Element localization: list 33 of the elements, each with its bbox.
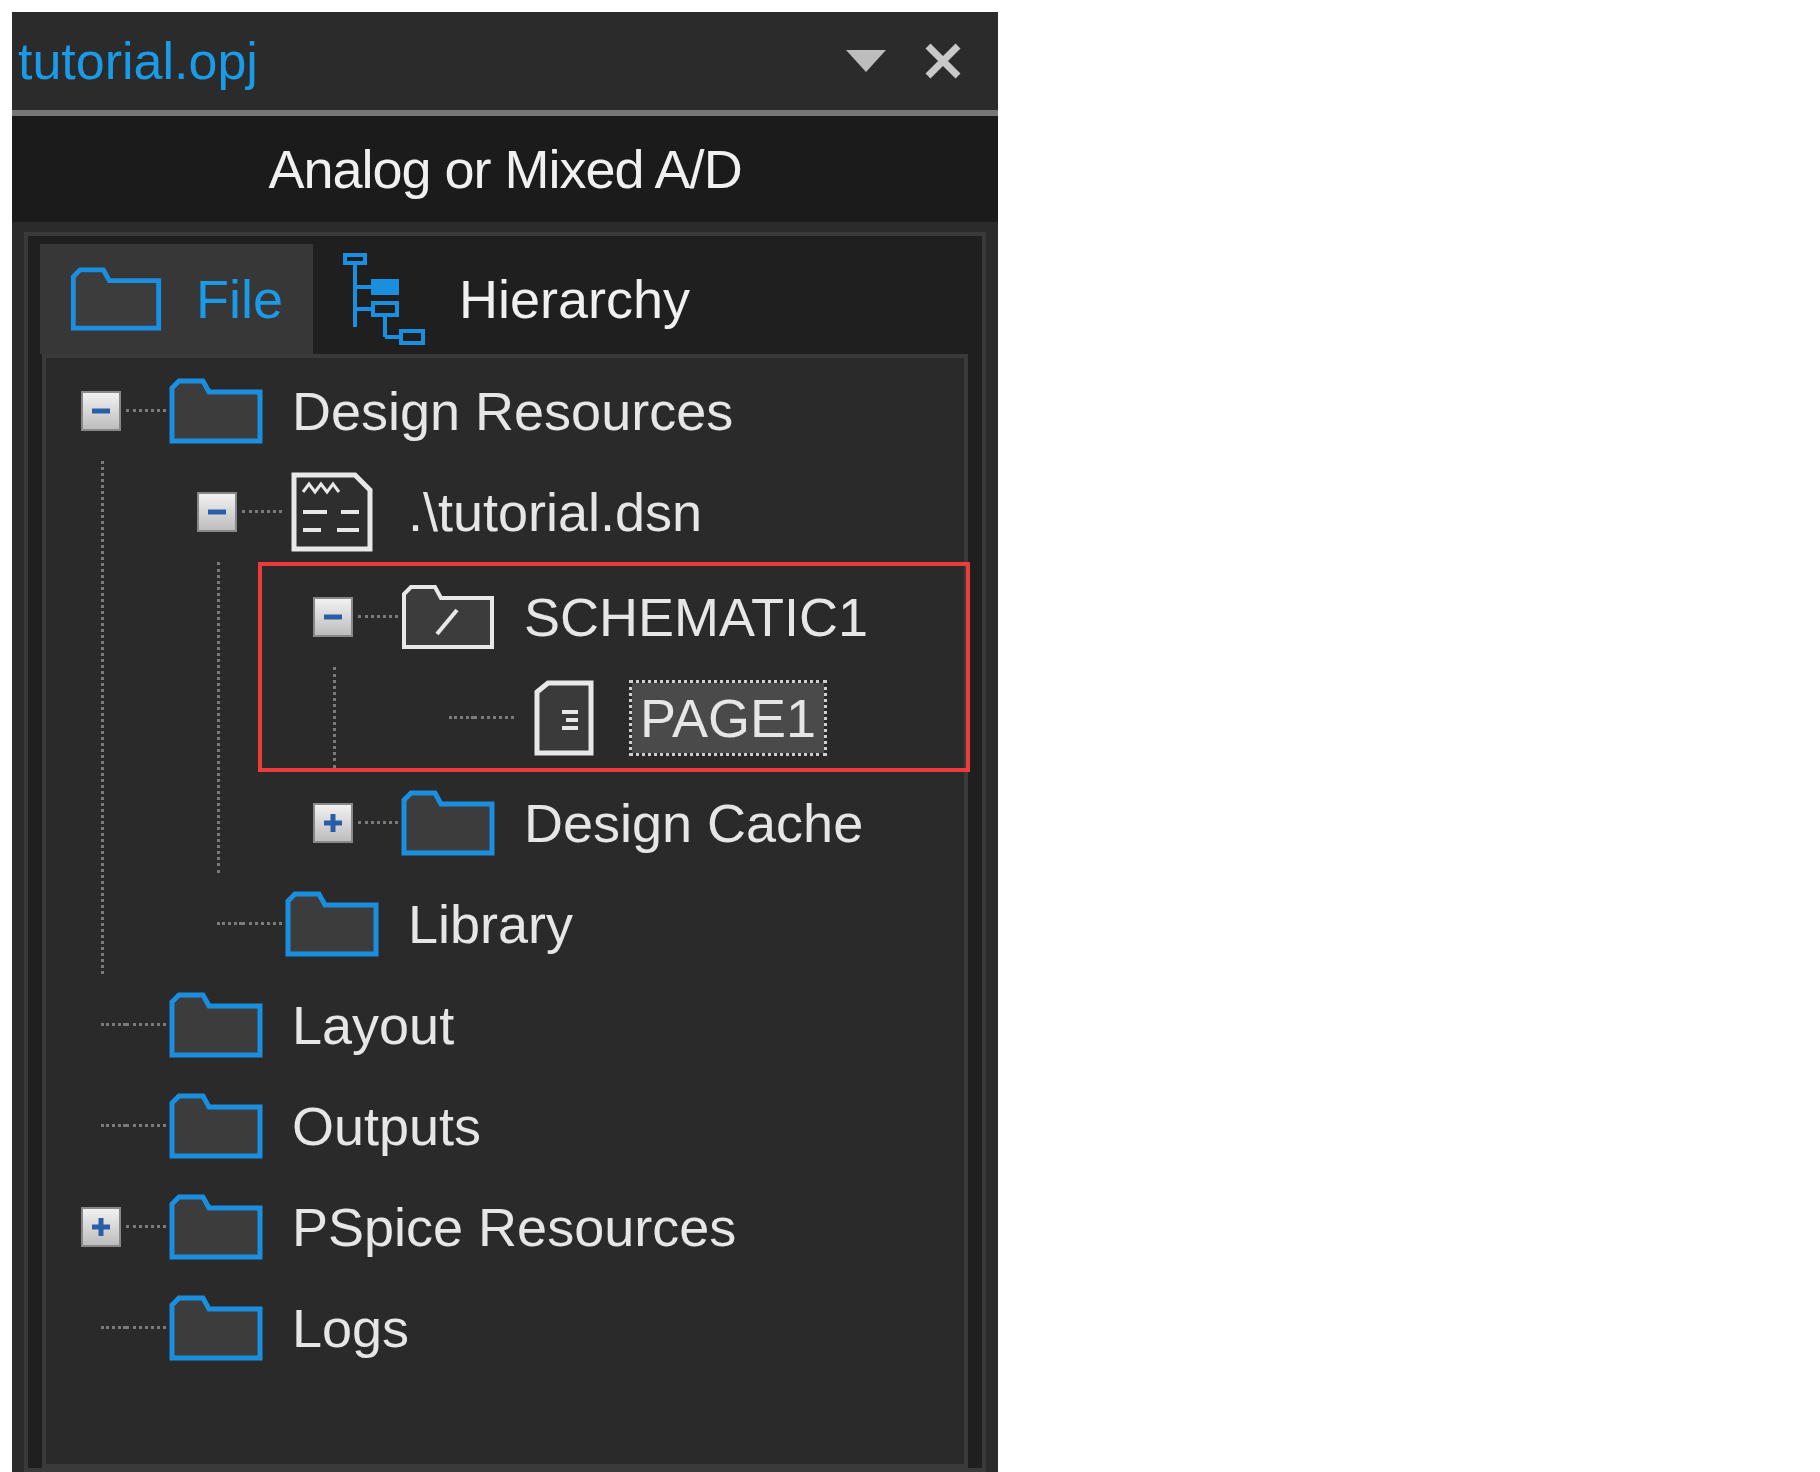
expand-icon[interactable] (81, 1206, 121, 1247)
folder-icon (70, 267, 162, 331)
hierarchy-icon (343, 253, 425, 345)
folder-icon (401, 583, 495, 650)
tree-item[interactable]: Outputs (284, 1088, 490, 1163)
tree-item[interactable]: Design Resources (284, 373, 742, 448)
folder-icon (169, 377, 263, 444)
tree-item[interactable]: PSpice Resources (284, 1189, 745, 1264)
tab[interactable]: File (40, 244, 313, 354)
tab[interactable]: Hierarchy (313, 244, 721, 354)
folder-icon (169, 1092, 263, 1159)
expand-icon[interactable] (313, 802, 353, 843)
folder-icon (401, 789, 495, 856)
tree-item[interactable]: SCHEMATIC1 (516, 579, 877, 654)
folder-icon (169, 1193, 263, 1260)
tree-item[interactable]: Library (400, 886, 582, 961)
collapse-icon[interactable] (313, 596, 353, 637)
window-title: tutorial.opj (18, 31, 258, 92)
collapse-icon[interactable] (81, 390, 121, 431)
tree-item[interactable]: PAGE1 (632, 682, 825, 753)
folder-icon (169, 1294, 263, 1361)
dropdown-icon[interactable] (844, 48, 888, 74)
folder-icon (169, 991, 263, 1058)
collapse-icon[interactable] (197, 491, 237, 532)
tree-item[interactable]: Layout (284, 987, 463, 1062)
header-title: Analog or Mixed A/D (268, 137, 742, 201)
tree-item[interactable]: Design Cache (516, 785, 872, 860)
tree-item[interactable]: .\tutorial.dsn (400, 474, 711, 549)
page-icon (534, 679, 594, 756)
tree-item[interactable]: Logs (284, 1290, 418, 1365)
document-icon (291, 471, 373, 552)
close-icon[interactable] (924, 42, 962, 80)
folder-icon (285, 890, 379, 957)
